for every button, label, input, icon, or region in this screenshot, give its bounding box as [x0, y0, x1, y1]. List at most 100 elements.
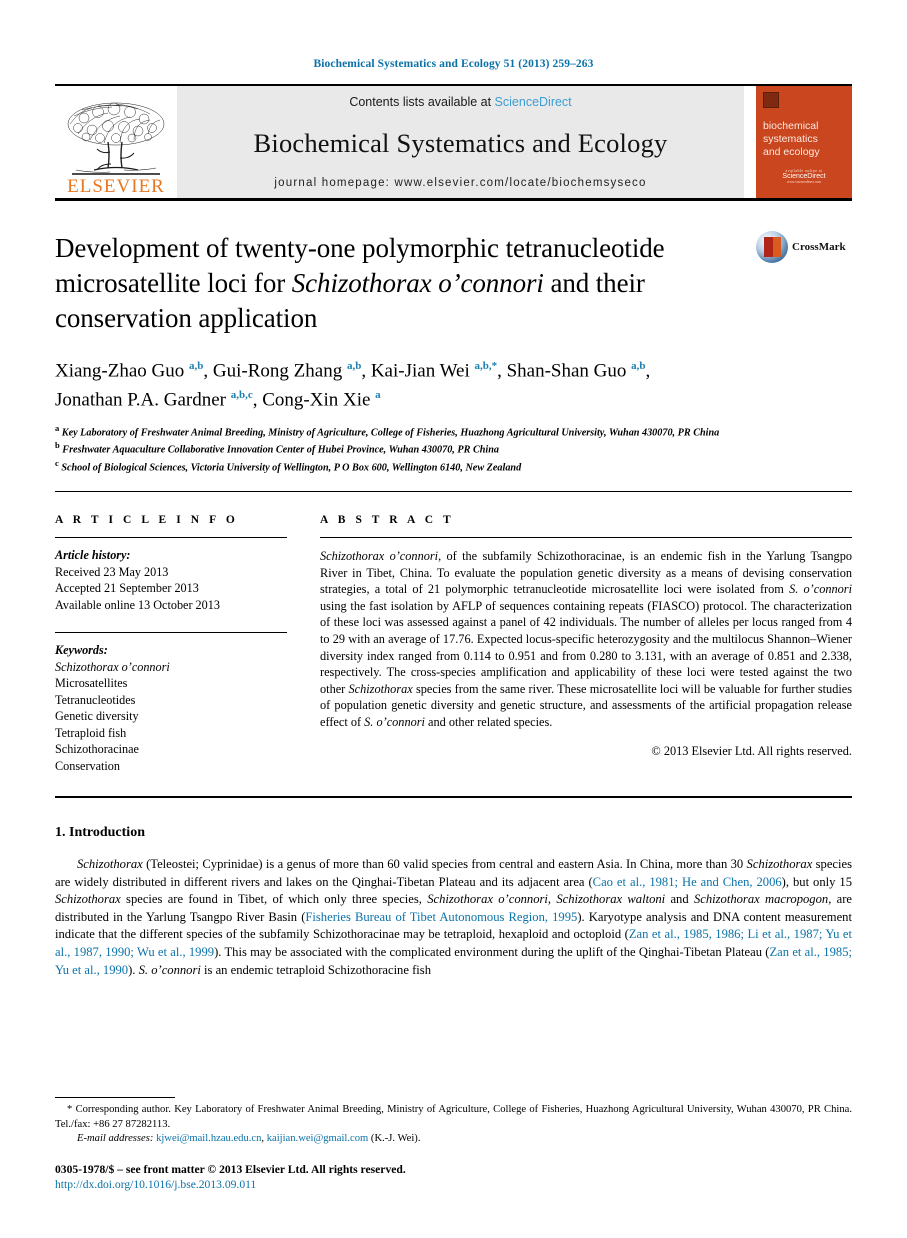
- keywords-rule: [55, 632, 287, 634]
- journal-homepage[interactable]: journal homepage: www.elsevier.com/locat…: [274, 177, 646, 189]
- abstract-species-lead: Schizothorax o’connori: [320, 549, 439, 564]
- masthead-bottom-rule: [55, 198, 852, 201]
- crossmark-badge-group[interactable]: CrossMark: [756, 231, 852, 263]
- footnote-rule: [55, 1097, 175, 1099]
- contents-prefix: Contents lists available at: [349, 95, 495, 109]
- affiliation-a: a Key Laboratory of Freshwater Animal Br…: [55, 422, 720, 439]
- intro-text-p: is an endemic tetraploid Schizothoracine…: [200, 962, 431, 977]
- author-list: Xiang-Zhao Guo a,b, Gui-Rong Zhang a,b, …: [55, 360, 651, 411]
- info-abstract-row: A R T I C L E I N F O Article history: R…: [55, 514, 852, 774]
- article-history: Article history: Received 23 May 2013 Ac…: [55, 547, 287, 613]
- cover-foot-sciencedirect: ScienceDirect: [782, 173, 826, 180]
- elsevier-wordmark: ELSEVIER: [67, 176, 165, 197]
- corresponding-author-note: * Corresponding author. Key Laboratory o…: [55, 1103, 852, 1131]
- cover-footer: available online at ScienceDirect www.sc…: [756, 168, 852, 184]
- intro-text-g: species are found in Tibet, of which onl…: [120, 892, 428, 907]
- affiliation-list: a Key Laboratory of Freshwater Animal Br…: [55, 422, 815, 475]
- article-history-label: Article history:: [55, 548, 131, 563]
- intro-text-e: ), but only 15: [781, 874, 852, 889]
- keyword-item: Schizothorax o’connori: [55, 659, 170, 674]
- email-label: E-mail addresses:: [77, 1132, 154, 1144]
- affiliation-b: b Freshwater Aquaculture Collaborative I…: [55, 440, 499, 456]
- email-link-1[interactable]: kjwei@mail.hzau.edu.cn: [156, 1133, 261, 1144]
- sciencedirect-link[interactable]: ScienceDirect: [495, 95, 572, 109]
- title-block: Development of twenty-one polymorphic te…: [55, 231, 852, 336]
- introduction-paragraph: Schizothorax (Teleostei; Cyprinidae) is …: [55, 856, 852, 979]
- article-title-species: Schizothorax o’connori: [291, 268, 544, 298]
- running-head: Biochemical Systematics and Ecology 51 (…: [313, 58, 594, 70]
- email-suffix: (K.-J. Wei).: [368, 1132, 421, 1144]
- cover-title-line3: and ecology: [763, 146, 820, 158]
- issn-line: 0305-1978/$ – see front matter © 2013 El…: [55, 1163, 406, 1176]
- cover-foot-url: www.sciencedirect.com: [786, 180, 822, 184]
- doi-link[interactable]: http://dx.doi.org/10.1016/j.bse.2013.09.…: [55, 1177, 852, 1192]
- email-link-2[interactable]: kaijian.wei@gmail.com: [267, 1133, 369, 1144]
- author-affil-marker: a,b: [346, 360, 362, 372]
- keyword-item: Tetraploid fish: [55, 725, 127, 740]
- cover-title-line2: systematics: [763, 133, 818, 145]
- intro-species-list: Schizothorax o’connori, Schizothorax wal…: [427, 892, 666, 907]
- article-accepted: Accepted 21 September 2013: [55, 581, 199, 596]
- intro-text-m: ). This may be associated with the compl…: [214, 945, 770, 960]
- abstract-rule: [320, 537, 852, 539]
- cover-title-line1: biochemical: [763, 120, 819, 132]
- author-affil-marker: a,b: [631, 360, 646, 372]
- article-available-online: Available online 13 October 2013: [55, 597, 220, 612]
- journal-title: Biochemical Systematics and Ecology: [253, 127, 668, 158]
- author-affil-marker: a,b,c: [230, 389, 253, 402]
- abstract-copyright: © 2013 Elsevier Ltd. All rights reserved…: [651, 743, 852, 758]
- cover-mini-image: [763, 92, 779, 108]
- intro-species-macropogon: Schizothorax macropogon: [693, 892, 829, 907]
- crossmark-icon: [756, 231, 788, 263]
- abstract-heading: A B S T R A C T: [320, 514, 455, 527]
- email-note: E-mail addresses: kjwei@mail.hzau.edu.cn…: [55, 1132, 852, 1146]
- keyword-item: Genetic diversity: [55, 709, 139, 724]
- keyword-item: Tetranucleotides: [55, 692, 136, 707]
- footnote-block: * Corresponding author. Key Laboratory o…: [55, 1097, 852, 1192]
- abstract-text: Schizothorax o’connori, of the subfamily…: [320, 548, 852, 731]
- keyword-item: Microsatellites: [55, 676, 128, 691]
- title-section-divider: [55, 491, 852, 493]
- contents-available-line: Contents lists available at ScienceDirec…: [349, 95, 571, 109]
- author-affil-marker: a,b: [189, 360, 204, 372]
- crossmark-label: CrossMark: [792, 241, 846, 253]
- abstract-species-mid1: S. o’connori: [789, 582, 852, 597]
- citation-link[interactable]: Cao et al., 1981; He and Chen, 2006: [593, 875, 782, 889]
- article-title: Development of twenty-one polymorphic te…: [55, 231, 755, 336]
- abstract-species-mid2: Schizothorax: [348, 681, 413, 696]
- intro-text-i: and: [665, 892, 694, 907]
- intro-genus-3: Schizothorax: [55, 892, 121, 907]
- intro-genus-2: Schizothorax: [746, 857, 813, 872]
- article-info-column: A R T I C L E I N F O Article history: R…: [55, 514, 287, 774]
- column-gap: [287, 514, 320, 774]
- intro-genus-1: Schizothorax: [77, 857, 143, 872]
- affiliation-b-text: Freshwater Aquaculture Collaborative Inn…: [62, 444, 499, 456]
- journal-masthead: ELSEVIER Contents lists available at Sci…: [55, 86, 852, 198]
- author-affil-marker: a: [375, 389, 381, 402]
- journal-article-page: Biochemical Systematics and Ecology 51 (…: [0, 0, 907, 1238]
- keyword-item: Schizothoracinae: [55, 742, 139, 757]
- footer-issn-block: 0305-1978/$ – see front matter © 2013 El…: [55, 1162, 852, 1192]
- affiliation-c: c School of Biological Sciences, Victori…: [55, 458, 522, 474]
- introduction-heading: 1. Introduction: [55, 825, 145, 841]
- abstract-part4: and other related species.: [424, 714, 553, 729]
- journal-cover-thumbnail[interactable]: biochemical systematics and ecology avai…: [756, 86, 852, 198]
- intro-text-b: (Teleostei; Cyprinidae) is a genus of mo…: [142, 857, 747, 872]
- abstract-section-divider: [55, 796, 852, 799]
- keywords-label: Keywords:: [55, 643, 108, 658]
- author-affil-marker[interactable]: a,b,*: [474, 360, 497, 372]
- article-info-rule: [55, 537, 287, 539]
- intro-text-n: ).: [128, 962, 139, 977]
- article-info-heading: A R T I C L E I N F O: [55, 514, 239, 527]
- citation-link[interactable]: Fisheries Bureau of Tibet Autonomous Reg…: [305, 910, 577, 924]
- keyword-item: Conservation: [55, 758, 120, 773]
- intro-species-short: S. o’connori: [138, 962, 201, 977]
- elsevier-tree-icon: [64, 100, 168, 176]
- affiliation-c-text: School of Biological Sciences, Victoria …: [61, 462, 522, 474]
- abstract-species-mid3: S. o’connori: [364, 714, 425, 729]
- abstract-column: A B S T R A C T Schizothorax o’connori, …: [320, 514, 852, 774]
- journal-cover-block: biochemical systematics and ecology avai…: [744, 86, 852, 198]
- article-received: Received 23 May 2013: [55, 564, 169, 579]
- corresponding-author-text: * Corresponding author. Key Laboratory o…: [55, 1104, 852, 1130]
- journal-banner: Contents lists available at ScienceDirec…: [177, 86, 744, 198]
